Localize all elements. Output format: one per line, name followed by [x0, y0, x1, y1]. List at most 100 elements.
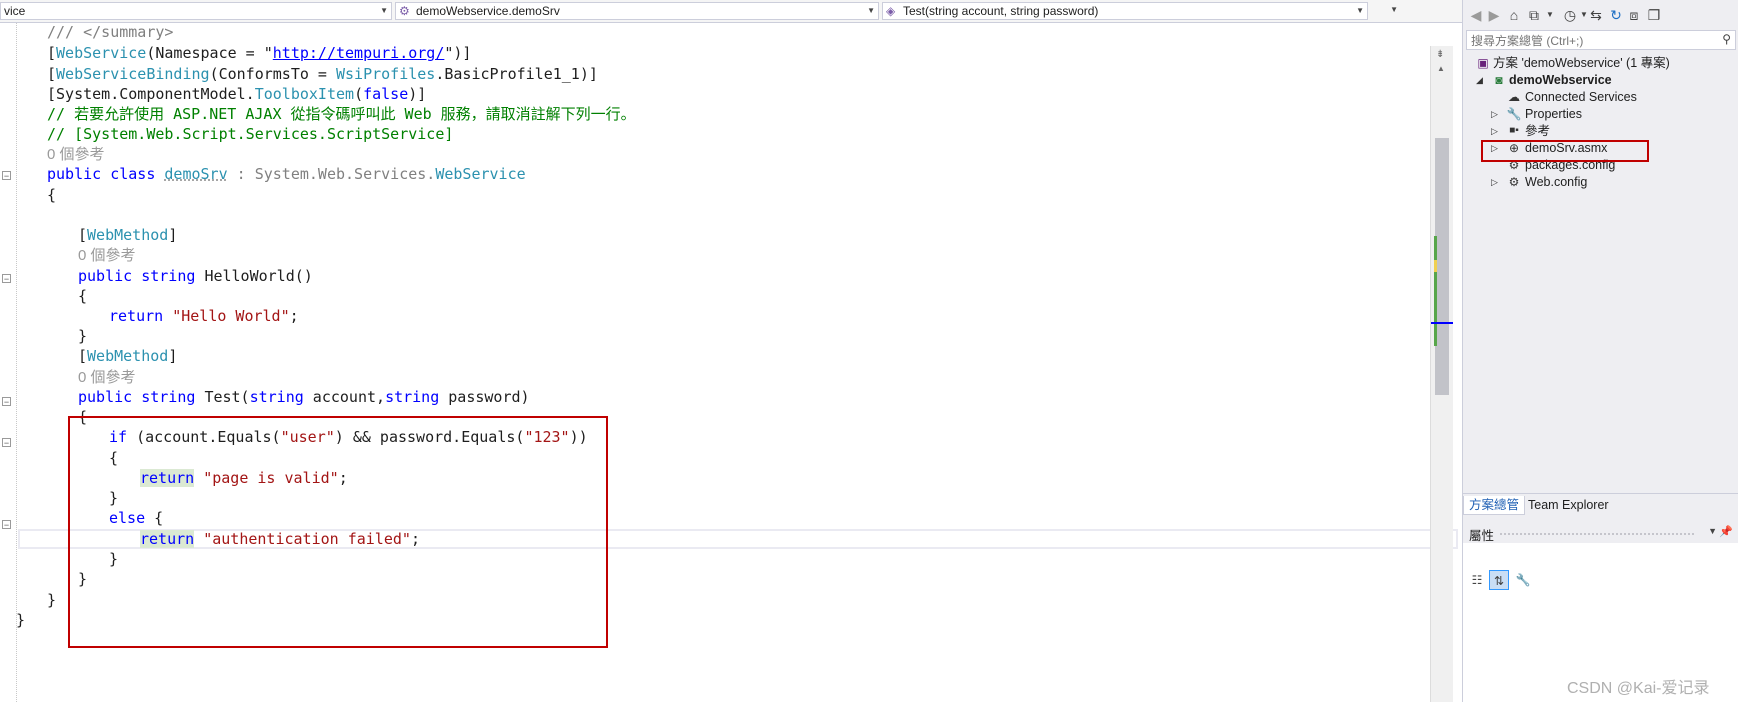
- tree-item-references[interactable]: ▷ ■▪ 參考: [1463, 122, 1738, 140]
- code-line: [WebMethod]: [78, 347, 178, 365]
- property-pages-icon[interactable]: 🔧: [1513, 570, 1533, 590]
- chevron-down-icon[interactable]: ▼: [1708, 526, 1717, 536]
- code-line: }: [16, 609, 25, 631]
- member-dropdown[interactable]: ◈ Test(string account, string password) …: [882, 2, 1368, 20]
- references-count[interactable]: 0 個參考: [47, 146, 105, 163]
- chevron-down-icon: ▼: [380, 6, 388, 15]
- config-file-icon: ⚙: [1508, 175, 1520, 189]
- tree-item-web-config[interactable]: ▷ ⚙ Web.config: [1463, 173, 1738, 191]
- tab-solution-explorer[interactable]: 方案總管: [1463, 496, 1526, 515]
- tree-item-label: demoWebservice: [1509, 73, 1612, 87]
- code-line: // [System.Web.Script.Services.ScriptSer…: [47, 123, 453, 145]
- solution-explorer-search[interactable]: ⚲: [1466, 30, 1736, 50]
- code-token: WebService: [435, 165, 526, 183]
- references-count[interactable]: 0 個參考: [78, 247, 136, 264]
- code-token: account,: [303, 388, 386, 406]
- collapsed-arrow-icon[interactable]: ▷: [1491, 105, 1498, 123]
- gutter-guide: [16, 23, 17, 702]
- change-marker: [1434, 260, 1437, 272]
- categorized-icon[interactable]: ☷: [1467, 570, 1487, 590]
- show-all-files-icon[interactable]: ❐: [1645, 6, 1663, 24]
- code-token: (: [354, 85, 364, 103]
- project-dropdown[interactable]: vice ▼: [0, 2, 392, 20]
- code-token: {: [47, 186, 57, 204]
- collapse-icon[interactable]: −: [2, 397, 11, 407]
- code-lens-references[interactable]: 0 個參考: [78, 366, 136, 388]
- chevron-down-icon: ▼: [1390, 5, 1398, 14]
- watermark-text: CSDN @Kai-爱记录: [1567, 680, 1710, 697]
- alphabetical-icon[interactable]: ⇅: [1489, 570, 1509, 590]
- tree-item-project[interactable]: ◢ ◙ demoWebservice: [1463, 71, 1738, 89]
- code-token: WebMethod: [87, 347, 169, 365]
- scroll-up-icon[interactable]: ▲: [1437, 64, 1445, 73]
- code-line: /// </summary>: [47, 21, 173, 43]
- chevron-down-icon: ▼: [1356, 6, 1364, 15]
- search-input[interactable]: [1469, 32, 1713, 50]
- tree-highlight-annotation-box: [1481, 140, 1649, 162]
- code-token: string: [385, 388, 440, 406]
- collapsed-arrow-icon[interactable]: ▷: [1491, 173, 1498, 191]
- refresh-icon[interactable]: ↻: [1607, 6, 1625, 24]
- method-icon: ◈: [886, 4, 896, 18]
- class-dropdown[interactable]: ⚙ demoWebservice.demoSrv ▼: [395, 2, 879, 20]
- change-marker: [1434, 236, 1437, 260]
- expanded-arrow-icon[interactable]: ◢: [1476, 71, 1483, 89]
- code-token: .BasicProfile1_1)]: [435, 65, 598, 83]
- code-token: }: [78, 327, 88, 345]
- tree-item-label: 方案 'demoWebservice' (1 專案): [1493, 56, 1670, 70]
- class-dropdown-value: demoWebservice.demoSrv: [416, 4, 560, 18]
- code-line: return "Hello World";: [109, 305, 299, 327]
- collapse-all-icon[interactable]: ⧈: [1625, 6, 1643, 24]
- sync-icon[interactable]: ⇆: [1587, 6, 1605, 24]
- code-line: [WebServiceBinding(ConformsTo = WsiProfi…: [47, 65, 598, 83]
- namespace-link[interactable]: http://tempuri.org/: [273, 44, 445, 62]
- tab-team-explorer[interactable]: Team Explorer: [1523, 496, 1614, 514]
- tree-item-properties[interactable]: ▷ 🔧 Properties: [1463, 105, 1738, 123]
- code-token: HelloWorld(): [204, 267, 313, 285]
- code-line: public class demoSrv : System.Web.Servic…: [47, 163, 526, 185]
- solution-explorer-toolbar: ◀ ▶ ⌂ ⧉ ▼ ◷ ▼ ⇆ ↻ ⧈ ❐: [1463, 2, 1738, 28]
- code-token: ")]: [444, 44, 472, 62]
- tree-item-solution[interactable]: ▣ 方案 'demoWebservice' (1 專案): [1463, 54, 1738, 72]
- chevron-down-icon[interactable]: ▼: [1541, 6, 1559, 24]
- code-token: public class: [47, 165, 165, 183]
- code-token: )]: [408, 85, 427, 103]
- pin-icon[interactable]: 📌: [1719, 525, 1733, 538]
- references-count[interactable]: 0 個參考: [78, 369, 136, 386]
- split-window-icon[interactable]: ⇟: [1436, 49, 1444, 60]
- properties-header: 屬性 ▼ 📌: [1463, 523, 1738, 543]
- back-icon[interactable]: ◀: [1467, 6, 1485, 24]
- panel-tab-strip: 方案總管 Team Explorer: [1463, 493, 1738, 516]
- code-token: false: [363, 85, 409, 103]
- code-token: }: [16, 611, 26, 629]
- tree-item-label: 參考: [1525, 124, 1551, 138]
- code-token: return: [109, 307, 173, 325]
- header-grip: [1499, 532, 1695, 536]
- collapse-icon[interactable]: −: [2, 274, 11, 284]
- collapse-icon[interactable]: −: [2, 520, 11, 530]
- code-token: (Namespace = ": [146, 44, 273, 62]
- tree-item-connected-services[interactable]: ☁ Connected Services: [1463, 88, 1738, 106]
- collapse-icon[interactable]: −: [2, 171, 11, 181]
- code-lens-references[interactable]: 0 個參考: [47, 143, 105, 165]
- code-comment: // [System.Web.Script.Services.ScriptSer…: [47, 125, 454, 143]
- collapsed-arrow-icon[interactable]: ▷: [1491, 122, 1498, 140]
- home-icon[interactable]: ⌂: [1505, 6, 1523, 24]
- nav-expand[interactable]: ▼: [1371, 2, 1401, 20]
- vertical-scrollbar[interactable]: ⇟ ▲ ▼: [1430, 46, 1453, 702]
- code-lens-references[interactable]: 0 個參考: [78, 244, 136, 266]
- class-icon: ⚙: [399, 4, 410, 18]
- scrollbar-thumb[interactable]: [1435, 138, 1449, 395]
- code-line: {: [47, 184, 56, 206]
- project-dropdown-value: vice: [4, 4, 26, 18]
- search-icon[interactable]: ⚲: [1722, 32, 1731, 46]
- solution-explorer-panel: ◀ ▶ ⌂ ⧉ ▼ ◷ ▼ ⇆ ↻ ⧈ ❐ ⚲ ▣ 方案 'demoWebser…: [1462, 0, 1738, 703]
- code-token: (ConformsTo =: [209, 65, 336, 83]
- caret-position-marker: [1431, 322, 1453, 324]
- editor-navigation-bar: vice ▼ ⚙ demoWebservice.demoSrv ▼ ◈ Test…: [0, 0, 1482, 23]
- change-marker: [1434, 272, 1437, 346]
- forward-icon[interactable]: ▶: [1485, 6, 1503, 24]
- collapse-icon[interactable]: −: [2, 438, 11, 448]
- code-line: }: [78, 325, 87, 347]
- code-token: public string: [78, 388, 205, 406]
